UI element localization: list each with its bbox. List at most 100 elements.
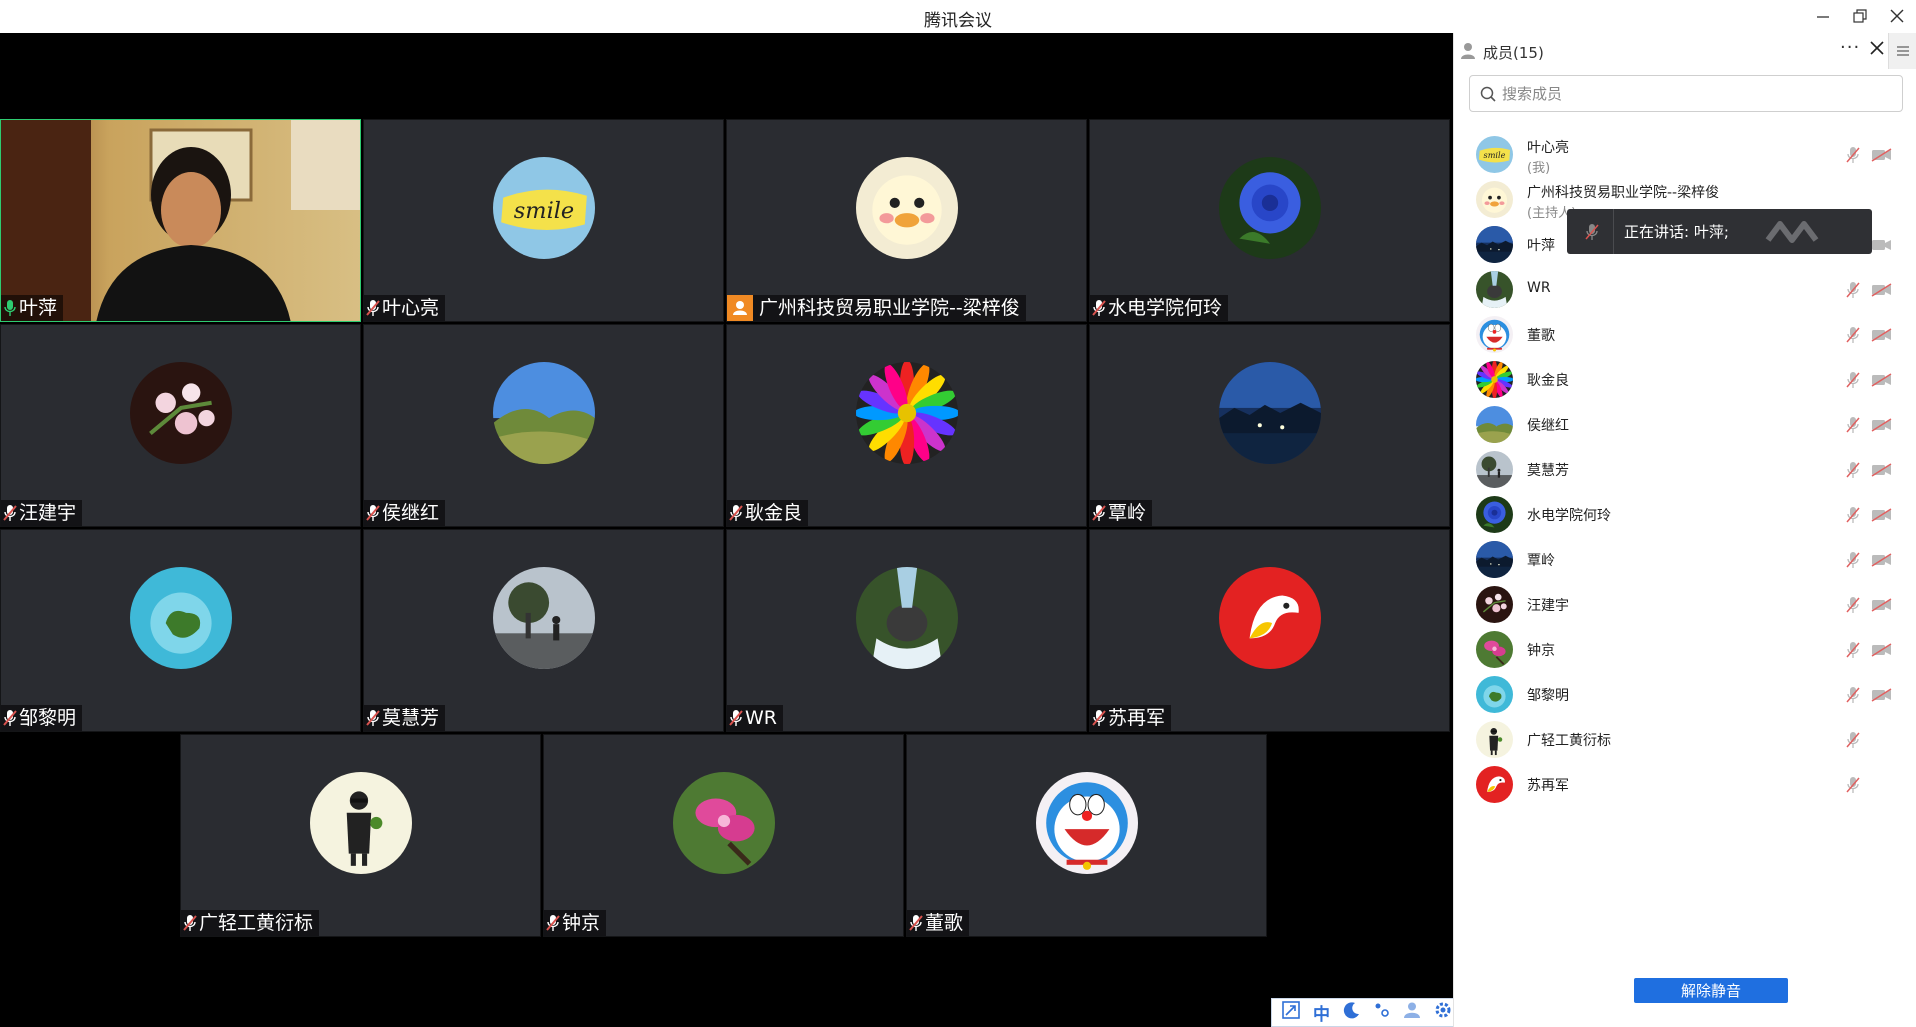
video-tile[interactable]: 水电学院何玲 xyxy=(1089,119,1450,322)
video-tile[interactable]: 汪建宇 xyxy=(0,324,361,527)
mic-muted-icon[interactable] xyxy=(1846,416,1860,434)
more-options-button[interactable]: ··· xyxy=(1840,37,1860,58)
punctuation-tray-button[interactable] xyxy=(1370,1002,1394,1024)
video-tile[interactable]: 侯继红 xyxy=(363,324,724,527)
participant-avatar xyxy=(129,362,232,464)
meeting-window: 腾讯会议 叶萍 smile 叶心亮 广州科技贸易职业学院--梁梓俊 水电学院何玲 汪建宇侯… xyxy=(0,0,1916,1027)
mic-muted-icon xyxy=(546,915,560,931)
mic-muted-icon[interactable] xyxy=(1846,146,1860,164)
video-tile[interactable]: 叶萍 xyxy=(0,119,361,322)
mic-muted-icon[interactable] xyxy=(1846,641,1860,659)
video-tile[interactable]: 广轻工黄衍标 xyxy=(180,734,541,937)
video-tile[interactable]: 苏再军 xyxy=(1089,529,1450,732)
participant-name: 苏再军 xyxy=(1108,707,1166,729)
participant-avatar xyxy=(672,772,775,874)
video-tile[interactable]: 广州科技贸易职业学院--梁梓俊 xyxy=(726,119,1087,322)
member-avatar xyxy=(1476,226,1513,263)
participant-avatar: smile xyxy=(492,157,595,259)
participant-name-bar: 耿金良 xyxy=(727,500,809,526)
participant-name: 邹黎明 xyxy=(19,707,77,729)
camera-off-icon[interactable] xyxy=(1871,283,1892,297)
participant-name-bar: 水电学院何玲 xyxy=(1090,295,1229,321)
mic-muted-icon xyxy=(3,710,17,726)
camera-off-icon[interactable] xyxy=(1871,463,1892,477)
video-tile[interactable]: smile 叶心亮 xyxy=(363,119,724,322)
camera-off-icon[interactable] xyxy=(1871,373,1892,387)
close-window-button[interactable] xyxy=(1884,4,1910,28)
mic-muted-icon xyxy=(1092,300,1106,316)
camera-off-icon[interactable] xyxy=(1871,688,1892,702)
chinese-input-tray-button[interactable]: 中 xyxy=(1309,1002,1333,1025)
member-search-box[interactable] xyxy=(1469,75,1903,112)
participant-avatar xyxy=(492,362,595,464)
member-avatar: smile xyxy=(1476,136,1513,173)
restore-button[interactable] xyxy=(1847,4,1873,28)
participant-name-bar: 汪建宇 xyxy=(1,500,83,526)
member-name: 董歌 xyxy=(1527,328,1555,344)
member-name: 覃岭 xyxy=(1527,553,1555,569)
member-name: 侯继红 xyxy=(1527,418,1569,434)
camera-off-icon[interactable] xyxy=(1871,643,1892,657)
member-name: 汪建宇 xyxy=(1527,598,1569,614)
mic-muted-icon xyxy=(729,505,743,521)
video-tile[interactable]: 覃岭 xyxy=(1089,324,1450,527)
camera-off-icon[interactable] xyxy=(1871,508,1892,522)
hamburger-icon xyxy=(1897,46,1909,56)
camera-off-icon[interactable] xyxy=(1871,418,1892,432)
member-avatar xyxy=(1476,181,1513,218)
user-tray-button[interactable] xyxy=(1400,1002,1424,1024)
member-name: 叶萍 xyxy=(1527,238,1555,254)
member-search-input[interactable] xyxy=(1502,84,1882,103)
member-avatar xyxy=(1476,451,1513,488)
member-row[interactable]: 苏再军 xyxy=(1454,757,1916,812)
mic-muted-icon[interactable] xyxy=(1846,551,1860,569)
participant-avatar xyxy=(1035,772,1138,874)
close-panel-icon[interactable] xyxy=(1870,41,1884,55)
video-tile[interactable]: 钟京 xyxy=(543,734,904,937)
window-title: 腾讯会议 xyxy=(924,11,992,31)
member-name: 耿金良 xyxy=(1527,373,1569,389)
minimize-button[interactable] xyxy=(1810,4,1836,28)
camera-off-icon[interactable] xyxy=(1871,328,1892,342)
participant-avatar xyxy=(855,362,958,464)
member-name: 莫慧芳 xyxy=(1527,463,1569,479)
moon-tray-button[interactable] xyxy=(1340,1002,1364,1024)
mic-muted-icon xyxy=(366,505,380,521)
camera-off-icon[interactable] xyxy=(1871,553,1892,567)
participant-name: WR xyxy=(745,707,777,729)
member-avatar xyxy=(1476,586,1513,623)
member-name: 邹黎明 xyxy=(1527,688,1569,704)
mic-muted-icon[interactable] xyxy=(1846,686,1860,704)
member-name: 水电学院何玲 xyxy=(1527,508,1611,524)
mic-muted-icon[interactable] xyxy=(1846,776,1860,794)
video-tile[interactable]: 莫慧芳 xyxy=(363,529,724,732)
mic-muted-icon xyxy=(909,915,923,931)
mic-muted-icon xyxy=(3,505,17,521)
host-badge xyxy=(727,295,753,321)
video-tile[interactable]: WR xyxy=(726,529,1087,732)
mic-muted-icon[interactable] xyxy=(1846,371,1860,389)
panel-menu-button[interactable] xyxy=(1888,33,1916,69)
video-tile[interactable]: 邹黎明 xyxy=(0,529,361,732)
participant-name-bar: 广轻工黄衍标 xyxy=(181,910,320,936)
participant-avatar xyxy=(129,567,232,669)
member-avatar xyxy=(1476,271,1513,308)
mic-muted-icon[interactable] xyxy=(1846,506,1860,524)
mic-muted-icon[interactable] xyxy=(1846,461,1860,479)
punctuation-icon xyxy=(1373,1001,1391,1024)
user-icon xyxy=(1403,1001,1421,1024)
camera-feed xyxy=(1,120,360,321)
mic-muted-icon[interactable] xyxy=(1846,731,1860,749)
moon-icon xyxy=(1343,1001,1361,1024)
share-tray-button[interactable] xyxy=(1279,1001,1303,1024)
unmute-all-button[interactable]: 解除静音 xyxy=(1634,978,1788,1003)
mic-muted-icon[interactable] xyxy=(1846,326,1860,344)
video-tile[interactable]: 耿金良 xyxy=(726,324,1087,527)
camera-icon[interactable] xyxy=(1871,238,1892,252)
mic-muted-icon[interactable] xyxy=(1846,281,1860,299)
gear-tray-button[interactable] xyxy=(1431,1002,1455,1024)
video-tile[interactable]: 董歌 xyxy=(906,734,1267,937)
mic-muted-icon[interactable] xyxy=(1846,596,1860,614)
camera-off-icon[interactable] xyxy=(1871,598,1892,612)
camera-off-icon[interactable] xyxy=(1871,148,1892,162)
